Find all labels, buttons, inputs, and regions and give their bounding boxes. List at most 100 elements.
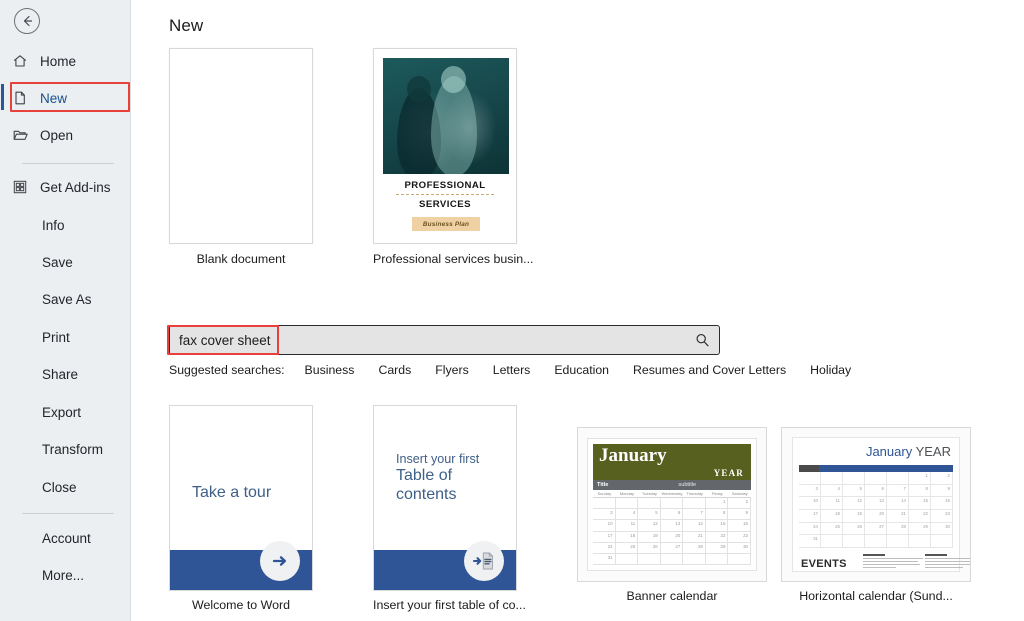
event-column [863,554,925,570]
sidebar-label-save: Save [42,254,73,270]
suggested-link-cards[interactable]: Cards [378,363,411,377]
calendar-day-cell: 25 [615,542,639,554]
calendar-day-cell: 2 [931,472,953,485]
calendar-day-cell: 14 [887,497,909,510]
calendar-day-cell: 30 [728,542,751,554]
calendar-day-cell: 21 [683,531,706,543]
template-thumbnail-table-of-contents[interactable]: Insert your first Table of contents [373,405,517,591]
sidebar-item-info[interactable]: Info [0,211,131,239]
weekday-cell: Sunday [597,491,612,496]
calendar-day-cell: 22 [705,531,729,543]
search-box[interactable] [169,325,720,355]
suggested-searches-label: Suggested searches: [169,363,285,377]
suggested-link-education[interactable]: Education [554,363,609,377]
sidebar-item-new[interactable]: New [0,84,131,112]
thumbnail-rule [396,194,494,195]
calendar-day-cell: 9 [931,484,953,498]
calendar-day-cell: 4 [821,484,843,498]
template-card-insert-table-of-contents[interactable]: Insert your first Table of contents Inse… [373,405,526,612]
calendar-day-cell: 7 [683,509,706,521]
calendar-day-cell [909,535,931,548]
sidebar-label-home: Home [40,53,77,69]
sidebar-item-save[interactable]: Save [0,248,131,276]
back-button[interactable] [14,8,40,34]
calendar-day-cell: 20 [660,531,684,543]
template-thumbnail-horizontal-calendar[interactable]: January YEAR 1 2 3 4 5 6 7 8 9 10 11 12 13 14 15 16 17 18… [781,427,971,582]
calendar-day-cell [683,553,706,565]
calendar-day-cell: 24 [799,522,821,536]
calendar-day-cell: 19 [638,531,661,543]
calendar-day-cell: 2 [728,498,751,510]
calendar-day-cell: 7 [887,484,909,498]
thumbnail-title-line1: PROFESSIONAL [404,180,486,191]
calendar-day-cell: 1 [909,472,931,485]
calendar-day-grid: 1 2 3 4 5 6 7 8 9 10 11 12 13 14 15 16 17 18 19 20 21 22 23 24 2… [593,498,751,565]
template-card-horizontal-calendar[interactable]: January YEAR 1 2 3 4 5 6 7 8 9 10 11 12 13 14 15 16 17 18… [781,427,971,603]
calendar-day-cell: 16 [728,520,751,532]
calendar-day-cell [799,472,821,485]
template-caption: Banner calendar [626,589,718,603]
sidebar-label-export: Export [42,404,82,420]
sidebar-item-open[interactable]: Open [0,121,131,149]
search-icon [696,333,709,346]
template-thumbnail-welcome-to-word[interactable]: Take a tour [169,405,313,591]
search-input[interactable] [170,327,685,353]
calendar-events-section: EVENTS [801,554,970,570]
sidebar-label-new: New [40,90,68,106]
suggested-link-business[interactable]: Business [305,363,355,377]
calendar-day-cell: 16 [931,497,953,510]
calendar-page: January YEAR 1 2 3 4 5 6 7 8 9 10 11 12 13 14 15 16 17 18… [792,437,970,572]
sidebar-item-home[interactable]: Home [0,47,131,75]
sidebar-item-export[interactable]: Export [0,398,131,426]
sidebar-item-close[interactable]: Close [0,473,131,501]
calendar-day-cell: 19 [843,510,865,523]
calendar-day-cell: 10 [799,497,821,510]
sidebar-item-share[interactable]: Share [0,360,131,388]
sidebar-item-transform[interactable]: Transform [0,435,131,463]
calendar-day-cell: 14 [683,520,706,532]
weekday-cell: Monday [619,491,634,496]
photo-head-right [441,66,466,93]
search-button[interactable] [685,327,719,353]
sidebar-item-save-as[interactable]: Save As [0,285,131,313]
calendar-day-cell [821,535,843,548]
thumbnail-badge: Business Plan [412,217,480,231]
template-thumbnail-blank[interactable] [169,48,313,244]
sidebar-item-print[interactable]: Print [0,323,131,351]
sidebar-label-more: More... [42,567,85,583]
thumbnail-small-line: Insert your first [396,452,480,466]
back-arrow-icon [23,15,33,27]
calendar-day-cell [660,553,684,565]
sidebar-item-get-add-ins[interactable]: Get Add-ins [0,173,131,201]
template-card-welcome-to-word[interactable]: Take a tour Welcome to Word [169,405,313,612]
weekday-cell: Wednesday [661,491,683,496]
calendar-day-cell [931,535,953,548]
thumbnail-title-line2: SERVICES [419,199,471,210]
calendar-year: YEAR [713,468,744,478]
calendar-day-cell: 15 [705,520,729,532]
sidebar-item-account[interactable]: Account [0,524,131,552]
template-card-blank-document[interactable]: Blank document [169,48,313,266]
calendar-day-cell: 30 [931,522,953,536]
weekday-cell: Saturday [731,491,748,496]
suggested-link-flyers[interactable]: Flyers [435,363,468,377]
template-thumbnail-professional-services[interactable]: PROFESSIONAL SERVICES Business Plan [373,48,517,244]
template-thumbnail-banner-calendar[interactable]: January YEAR Title subtitle Sunday Monda… [577,427,767,582]
calendar-header-banner: January YEAR [593,444,751,480]
template-card-banner-calendar[interactable]: January YEAR Title subtitle Sunday Monda… [577,427,767,603]
calendar-day-cell [615,498,639,510]
template-card-professional-services[interactable]: PROFESSIONAL SERVICES Business Plan Prof… [373,48,533,266]
backstage-main-pane: New Blank document PROFESSIONAL SERVICES… [131,0,1024,621]
suggested-link-letters[interactable]: Letters [493,363,531,377]
calendar-title: January YEAR [866,444,951,459]
calendar-day-cell: 31 [799,535,821,548]
nav-divider-top [22,163,114,164]
suggested-link-holiday[interactable]: Holiday [810,363,851,377]
thumbnail-text-block: Insert your first Table of contents [396,452,502,505]
template-caption: Insert your first table of co... [373,598,526,612]
calendar-day-cell [660,498,684,510]
suggested-link-resumes-and-cover-letters[interactable]: Resumes and Cover Letters [633,363,786,377]
sidebar-item-more[interactable]: More... [0,561,131,589]
calendar-page: January YEAR Title subtitle Sunday Monda… [587,438,757,571]
sidebar-label-transform: Transform [42,441,104,457]
